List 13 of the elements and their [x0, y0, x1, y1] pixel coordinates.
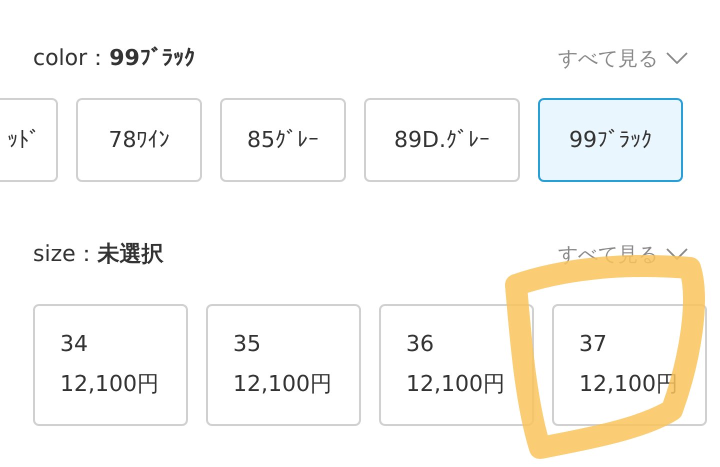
size-option[interactable]: 35 12,100円 — [206, 304, 361, 426]
section-label: color： — [33, 44, 110, 72]
see-all-link[interactable]: すべて見る — [558, 43, 688, 73]
selected-value: 99ﾌﾞﾗｯｸ — [109, 44, 195, 72]
color-option[interactable]: 99ﾌﾞﾗｯｸ — [538, 98, 683, 182]
section-label: size： — [33, 240, 98, 268]
color-option[interactable]: 85ｸﾞﾚｰ — [220, 98, 346, 182]
color-option[interactable]: 89D.ｸﾞﾚｰ — [364, 98, 520, 182]
color-option[interactable]: ｯﾄﾞ — [0, 98, 58, 182]
chevron-down-icon — [666, 52, 688, 64]
size-option[interactable]: 34 12,100円 — [33, 304, 188, 426]
selected-value: 未選択 — [98, 240, 164, 268]
color-option[interactable]: 78ﾜｲﾝ — [76, 98, 202, 182]
